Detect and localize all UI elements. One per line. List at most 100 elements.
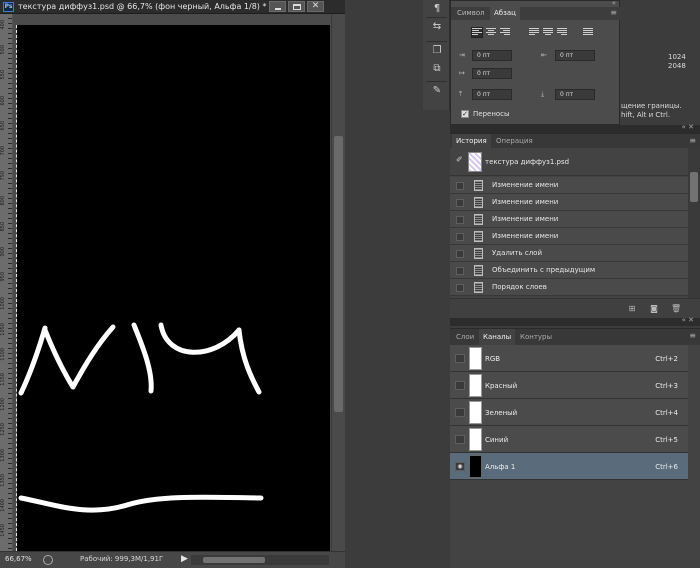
history-item[interactable]: Изменение имени — [450, 211, 688, 228]
close-icon: ✕ — [311, 1, 320, 11]
image-canvas[interactable] — [17, 25, 330, 551]
ruler-label: 1100 — [0, 347, 6, 361]
channels-scrollbar[interactable] — [688, 345, 700, 568]
space-after-icon: ⤓ — [541, 90, 545, 98]
visibility-toggle[interactable] — [455, 435, 465, 444]
panel-menu-icon[interactable]: ≡ — [689, 136, 696, 145]
info-hint-line1: щение границы. — [621, 102, 682, 110]
channel-thumbnail — [469, 428, 482, 451]
info-width: 1024 — [668, 53, 686, 61]
justify-last-center-icon[interactable] — [543, 28, 553, 37]
indent-left-field[interactable]: 0 пт — [472, 50, 512, 61]
channel-shortcut: Ctrl+6 — [655, 463, 678, 471]
tab-history[interactable]: История — [452, 134, 491, 148]
brush-preset-icon[interactable]: ✎ — [429, 84, 445, 98]
tab-channels[interactable]: Каналы — [479, 329, 516, 345]
ruler-label: 500 — [0, 45, 6, 55]
ruler-label: 1000 — [0, 297, 6, 311]
channel-thumbnail — [469, 455, 482, 478]
channel-thumbnail — [469, 347, 482, 370]
align-left-icon[interactable] — [471, 27, 483, 38]
tab-actions[interactable]: Операция — [492, 134, 537, 148]
channel-name: Красный — [485, 382, 518, 390]
minimize-button[interactable] — [269, 1, 286, 12]
camera-icon[interactable]: ◙ — [649, 304, 659, 313]
channel-row-rgb[interactable]: RGB Ctrl+2 — [450, 345, 700, 372]
collapse-panel-icon[interactable]: « — [612, 0, 616, 7]
trash-icon[interactable]: 🗑 — [671, 304, 681, 313]
stroke-letter-left-curve — [18, 325, 48, 396]
tab-layers[interactable]: Слои — [452, 329, 478, 345]
channel-row-green[interactable]: Зеленый Ctrl+4 — [450, 399, 700, 426]
tab-paragraph[interactable]: Абзац — [490, 7, 520, 20]
collapse-history-icon[interactable]: « ✕ — [682, 123, 694, 131]
history-panel: История Операция ≡ ✐ текстура диффуз1.ps… — [450, 133, 700, 318]
close-button[interactable]: ✕ — [307, 1, 324, 12]
space-after-field[interactable]: 0 пт — [555, 89, 595, 100]
zoom-level[interactable]: 66,67% — [5, 555, 32, 563]
tab-paths[interactable]: Контуры — [516, 329, 556, 345]
status-menu-arrow-icon[interactable]: ▶ — [181, 554, 188, 564]
channel-shortcut: Ctrl+4 — [655, 409, 678, 417]
history-item[interactable]: Изменение имени — [450, 194, 688, 211]
space-before-icon: ⤒ — [459, 90, 463, 98]
history-scrollbar[interactable] — [688, 148, 700, 298]
history-item[interactable]: Порядок слоев — [450, 279, 688, 296]
horizontal-scrollbar[interactable] — [191, 555, 329, 565]
channel-name: RGB — [485, 355, 501, 363]
ruler-label: 850 — [0, 221, 6, 232]
panel-menu-icon[interactable]: ≡ — [689, 331, 696, 340]
history-scroll-thumb[interactable] — [690, 172, 698, 202]
ruler-label: 1300 — [0, 448, 6, 462]
history-tabs: История Операция ≡ — [450, 134, 700, 148]
clone-source-icon[interactable]: ❐ — [429, 44, 445, 58]
horizontal-scroll-thumb[interactable] — [203, 557, 265, 563]
space-before-field[interactable]: 0 пт — [472, 89, 512, 100]
history-item[interactable]: Удалить слой — [450, 245, 688, 262]
indent-left-icon: ⇥ — [459, 51, 465, 59]
hyphenation-label: Переносы — [473, 110, 510, 118]
vertical-scroll-thumb[interactable] — [334, 136, 343, 412]
channel-thumbnail — [469, 374, 482, 397]
character-style-icon[interactable]: ¶ — [429, 2, 445, 16]
collapse-channels-icon[interactable]: « ✕ — [682, 316, 694, 324]
adjust-icon[interactable]: ⇆ — [429, 20, 445, 34]
hyphenation-checkbox[interactable]: ✓ — [461, 110, 469, 118]
indent-right-icon: ⇤ — [541, 51, 547, 59]
snapshot-thumbnail — [468, 152, 482, 172]
maximize-button[interactable] — [288, 1, 305, 12]
panel-dock-strip: « ✕ — [450, 123, 700, 133]
new-document-from-state-icon[interactable]: ⊞ — [627, 304, 637, 313]
panel-icon-strip: ¶ ⇆ ❐ ⧉ ✎ — [423, 0, 450, 110]
history-item[interactable]: Изменение имени — [450, 177, 688, 194]
history-item[interactable]: Объединить с предыдущим — [450, 262, 688, 279]
align-right-icon[interactable] — [500, 28, 510, 37]
history-snapshot[interactable]: ✐ текстура диффуз1.psd — [450, 148, 688, 176]
vertical-scrollbar[interactable] — [331, 14, 345, 551]
justify-all-icon[interactable] — [583, 28, 593, 37]
channel-row-red[interactable]: Красный Ctrl+3 — [450, 372, 700, 399]
justify-last-right-icon[interactable] — [557, 28, 567, 37]
history-state-icon — [474, 265, 483, 276]
align-center-icon[interactable] — [486, 28, 496, 37]
eye-icon[interactable]: ◉ — [455, 462, 465, 471]
status-info-icon[interactable] — [43, 555, 53, 565]
panel-menu-icon[interactable]: ≡ — [610, 8, 617, 17]
channel-name: Зеленый — [485, 409, 518, 417]
history-item[interactable]: Изменение имени — [450, 228, 688, 245]
history-state-icon — [474, 282, 483, 293]
channel-row-alpha[interactable]: ◉ Альфа 1 Ctrl+6 — [450, 453, 700, 480]
document-title-bar[interactable]: Ps текстура диффуз1.psd @ 66,7% (фон чер… — [0, 0, 345, 14]
vertical-ruler[interactable]: 400 500 550 600 650 700 750 800 850 900 950 1000 105… — [0, 14, 13, 551]
channel-row-blue[interactable]: Синий Ctrl+5 — [450, 426, 700, 453]
history-brush-icon[interactable]: ✐ — [456, 155, 463, 164]
history-footer: ⊞ ◙ 🗑 — [450, 298, 700, 318]
tab-character[interactable]: Символ — [453, 7, 489, 20]
indent-right-field[interactable]: 0 пт — [555, 50, 595, 61]
visibility-toggle[interactable] — [455, 381, 465, 390]
visibility-toggle[interactable] — [455, 408, 465, 417]
visibility-toggle[interactable] — [455, 354, 465, 363]
paste-icon[interactable]: ⧉ — [429, 62, 445, 76]
indent-first-line-field[interactable]: 0 пт — [472, 68, 512, 79]
justify-last-left-icon[interactable] — [529, 28, 539, 37]
